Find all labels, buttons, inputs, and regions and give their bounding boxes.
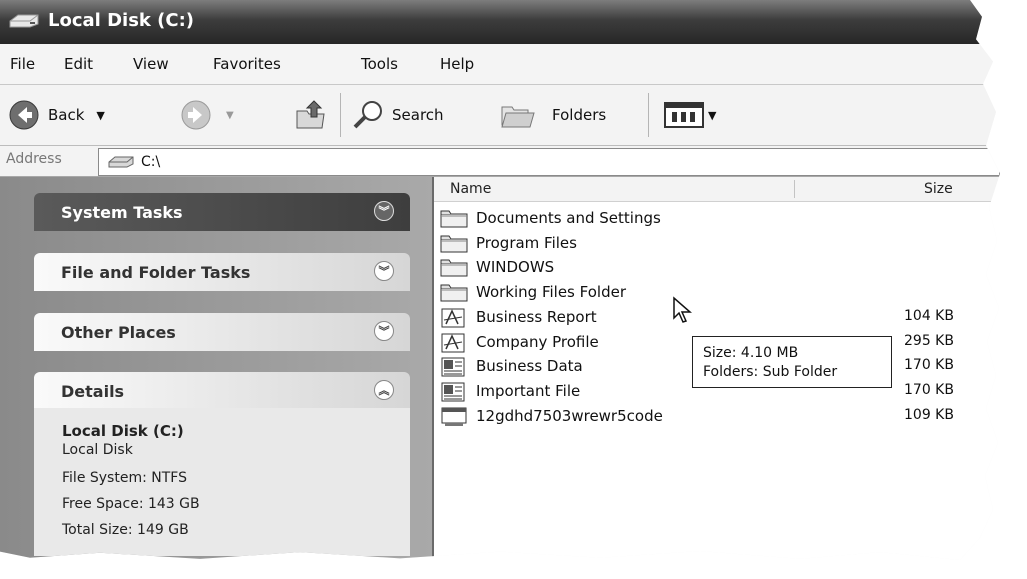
menu-edit[interactable]: Edit [64, 55, 93, 73]
folder-icon [440, 283, 470, 307]
folder-icon [440, 209, 470, 233]
file-row[interactable]: Working Files Folder [440, 281, 995, 305]
window-title: Local Disk (C:) [48, 10, 195, 31]
tooltip-folders: Folders: Sub Folder [703, 364, 838, 380]
details-label: Details [61, 382, 125, 401]
menu-bar: File Edit View Favorites Tools Help [0, 44, 1000, 85]
up-folder-icon [296, 100, 325, 129]
forward-arrow-icon [181, 100, 211, 130]
drive-icon [108, 156, 134, 168]
chevron-down-icon[interactable]: ︾ [374, 201, 394, 221]
drive-icon [8, 12, 40, 34]
details-total-size: Total Size: 149 GB [62, 522, 189, 538]
dropdown-arrow-icon[interactable]: ▼ [96, 109, 104, 122]
file-name: Working Files Folder [476, 283, 626, 302]
back-label: Back [48, 106, 85, 124]
pdf-icon [440, 333, 470, 357]
folders-label: Folders [552, 106, 607, 124]
task-pane: System Tasks ︾ File and Folder Tasks ︾ O… [0, 177, 434, 560]
file-folder-tasks-header[interactable]: File and Folder Tasks ︾ [34, 253, 410, 291]
details-type: Local Disk [62, 442, 133, 458]
menu-tools[interactable]: Tools [361, 55, 398, 73]
file-name: WINDOWS [476, 258, 555, 277]
file-name: Important File [476, 381, 581, 400]
folder-icon [440, 234, 470, 258]
system-tasks-label: System Tasks [61, 203, 183, 222]
folders-button[interactable]: Folders [498, 99, 606, 131]
file-folder-tasks-label: File and Folder Tasks [61, 263, 251, 282]
file-name: Business Report [476, 307, 597, 326]
details-file-system: File System: NTFS [62, 470, 187, 486]
menu-view[interactable]: View [133, 55, 169, 73]
search-label: Search [392, 106, 444, 124]
toolbar-separator [340, 93, 341, 137]
chevron-down-icon[interactable]: ︾ [374, 261, 394, 281]
mouse-cursor-icon [673, 296, 692, 323]
toolbar: Back ▼ ▼ Search Folders ▼ [0, 85, 1000, 146]
file-row[interactable]: Documents and Settings [440, 207, 995, 231]
address-value: C:\ [141, 154, 161, 170]
document-icon [440, 357, 470, 381]
folders-icon [501, 106, 535, 128]
column-divider[interactable] [794, 180, 795, 198]
chevron-up-icon[interactable]: ︽ [374, 380, 394, 400]
details-name: Local Disk (C:) [62, 422, 184, 440]
back-button[interactable]: Back ▼ [8, 99, 105, 131]
menu-file[interactable]: File [10, 55, 35, 73]
file-size: 295 KB [904, 332, 954, 349]
executable-icon [440, 407, 470, 431]
file-size: 109 KB [904, 406, 954, 423]
folder-icon [440, 258, 470, 282]
forward-dropdown-icon[interactable]: ▼ [226, 110, 234, 121]
folder-tooltip: Size: 4.10 MB Folders: Sub Folder [692, 336, 892, 388]
search-button[interactable]: Search [352, 99, 444, 131]
views-button[interactable]: ▼ [664, 102, 716, 128]
views-icon [664, 102, 704, 128]
tooltip-size: Size: 4.10 MB [703, 345, 799, 361]
chevron-down-icon[interactable]: ︾ [374, 321, 394, 341]
pdf-icon [440, 308, 470, 332]
details-panel: Local Disk (C:) Local Disk File System: … [34, 408, 410, 556]
file-name: 12gdhd7503wrewr5code [476, 406, 663, 425]
system-tasks-header[interactable]: System Tasks ︾ [34, 193, 410, 231]
file-size: 104 KB [904, 307, 954, 324]
details-free-space: Free Space: 143 GB [62, 496, 200, 512]
document-icon [440, 382, 470, 406]
up-folder-button[interactable] [294, 97, 328, 131]
file-size: 170 KB [904, 357, 954, 374]
search-icon [353, 101, 382, 129]
column-size[interactable]: Size [924, 181, 953, 197]
toolbar-separator [648, 93, 649, 137]
file-name: Program Files [476, 233, 577, 252]
menu-favorites[interactable]: Favorites [213, 55, 281, 73]
column-name[interactable]: Name [450, 181, 491, 197]
other-places-header[interactable]: Other Places ︾ [34, 313, 410, 351]
views-dropdown-icon[interactable]: ▼ [708, 109, 716, 122]
file-row[interactable]: WINDOWS [440, 256, 995, 280]
file-row[interactable]: Program Files [440, 232, 995, 256]
menu-help[interactable]: Help [440, 55, 474, 73]
address-label: Address [6, 151, 62, 167]
file-name: Documents and Settings [476, 209, 661, 227]
address-bar: Address C:\ [0, 146, 1000, 177]
file-name: Company Profile [476, 332, 599, 351]
details-header[interactable]: Details ︽ [34, 372, 410, 410]
back-arrow-icon [9, 100, 39, 130]
forward-button[interactable]: ▼ [180, 99, 234, 131]
file-size: 170 KB [904, 381, 954, 398]
title-bar[interactable]: Local Disk (C:) [0, 0, 1000, 44]
file-row[interactable]: Business Report 104 KB [440, 306, 995, 330]
explorer-window: Local Disk (C:) File Edit View Favorites… [0, 0, 1000, 560]
file-name: Business Data [476, 357, 583, 376]
file-row[interactable]: 12gdhd7503wrewr5code 109 KB [440, 405, 995, 429]
address-field[interactable]: C:\ [98, 148, 1000, 176]
other-places-label: Other Places [61, 323, 176, 342]
column-header: Name Size [434, 177, 1000, 202]
